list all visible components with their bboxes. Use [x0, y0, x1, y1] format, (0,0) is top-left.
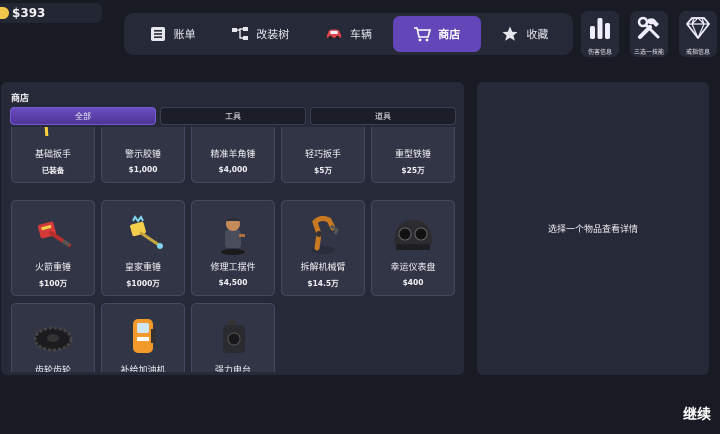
ring-info-button[interactable]: 戒指信息 — [679, 11, 717, 57]
shop-item[interactable]: 火箭重锤 $100万 — [11, 200, 95, 296]
item-price: $5万 — [314, 166, 332, 175]
nav-tab-ledger[interactable]: 账单 — [128, 16, 216, 52]
gauge-icon — [372, 211, 454, 257]
diamond-icon — [685, 15, 711, 41]
light-wrench-icon — [282, 127, 364, 144]
item-detail-panel: 选择一个物品查看详情 — [477, 82, 709, 375]
skill-choice-button[interactable]: 三选一技能 — [630, 11, 668, 57]
gear-icon — [12, 314, 94, 360]
item-name: 齿轮齿轮 — [34, 366, 71, 372]
item-price: $1000万 — [126, 279, 160, 288]
main-nav: 账单 改装树 车辆 商店 收藏 — [124, 13, 573, 55]
shop-title: 商店 — [11, 94, 30, 104]
nav-label: 账单 — [173, 28, 196, 41]
item-name: 修理工摆件 — [210, 263, 256, 273]
item-name: 拆解机械臂 — [300, 263, 346, 273]
damage-info-button[interactable]: 伤害信息 — [581, 11, 619, 57]
continue-button[interactable]: 继续 — [683, 404, 711, 424]
royal-hammer-icon — [102, 211, 184, 257]
item-name: 基础扳手 — [34, 150, 71, 160]
tools-icon — [636, 15, 662, 41]
bar-chart-icon — [587, 15, 613, 41]
item-name: 轻巧扳手 — [304, 150, 341, 160]
item-price: $400 — [402, 278, 424, 287]
shop-item[interactable]: 强力电台 — [191, 303, 275, 372]
nav-tab-vehicles[interactable]: 车辆 — [304, 16, 392, 52]
nav-label: 改装树 — [256, 28, 290, 41]
money-display: $393 — [0, 3, 102, 23]
cart-icon — [413, 25, 432, 43]
item-name: 火箭重锤 — [34, 263, 71, 273]
item-name: 重型铁锤 — [394, 150, 431, 160]
mechanic-figure-icon — [192, 211, 274, 257]
tab-tools[interactable]: 工具 — [160, 107, 306, 125]
shop-item[interactable]: 补给加油机 — [101, 303, 185, 372]
nav-label: 收藏 — [526, 28, 549, 41]
item-name: 精准羊角锤 — [210, 150, 256, 160]
robot-arm-icon — [282, 211, 364, 257]
tree-icon — [231, 25, 249, 43]
fuel-pump-icon — [102, 314, 184, 360]
shop-item[interactable]: 警示胶锤 $1,000 — [101, 127, 185, 183]
tab-props[interactable]: 道具 — [310, 107, 456, 125]
item-price: $1,000 — [128, 165, 158, 174]
shop-item[interactable]: 拆解机械臂 $14.5万 — [281, 200, 365, 296]
shop-item[interactable]: 精准羊角锤 $4,000 — [191, 127, 275, 183]
item-price: $100万 — [38, 279, 68, 288]
shop-item[interactable]: 皇家重锤 $1000万 — [101, 200, 185, 296]
item-price: $4,000 — [218, 165, 248, 174]
ledger-icon — [149, 25, 167, 43]
shop-item[interactable]: 重型铁锤 $25万 — [371, 127, 455, 183]
car-icon — [325, 25, 343, 43]
ring-info-label: 戒指信息 — [685, 49, 710, 56]
coin-icon — [0, 7, 9, 19]
heavy-hammer-icon — [372, 127, 454, 144]
nav-label: 商店 — [438, 28, 461, 41]
nav-tab-tree[interactable]: 改装树 — [216, 16, 304, 52]
nav-tab-collection[interactable]: 收藏 — [481, 16, 569, 52]
shop-item-grid: 基础扳手 已装备 警示胶锤 $1,000 精准羊角锤 $4,000 轻巧扳手 $… — [11, 127, 461, 372]
shop-item[interactable]: 轻巧扳手 $5万 — [281, 127, 365, 183]
nav-label: 车辆 — [350, 28, 372, 41]
item-name: 皇家重锤 — [124, 263, 161, 273]
shop-item[interactable]: 齿轮齿轮 — [11, 303, 95, 372]
item-name: 警示胶锤 — [124, 150, 161, 160]
damage-info-label: 伤害信息 — [587, 49, 612, 56]
item-price: $14.5万 — [307, 279, 339, 288]
detail-placeholder: 选择一个物品查看详情 — [547, 225, 638, 235]
radio-icon — [192, 314, 274, 360]
item-price: 已装备 — [41, 166, 65, 175]
shop-item[interactable]: 基础扳手 已装备 — [11, 127, 95, 183]
skill-choice-label: 三选一技能 — [633, 49, 664, 56]
wrench-icon — [12, 127, 94, 144]
money-value: $393 — [12, 6, 46, 20]
star-icon — [501, 25, 519, 43]
shop-item[interactable]: 幸运仪表盘 $400 — [371, 200, 455, 296]
item-price: $4,500 — [218, 278, 248, 287]
tab-all[interactable]: 全部 — [10, 107, 156, 125]
claw-hammer-icon — [192, 127, 274, 144]
item-name: 强力电台 — [214, 366, 251, 372]
item-name: 幸运仪表盘 — [390, 263, 436, 273]
rocket-hammer-icon — [12, 211, 94, 257]
shop-tabs: 全部 工具 道具 — [10, 107, 456, 125]
shop-item[interactable]: 修理工摆件 $4,500 — [191, 200, 275, 296]
mallet-icon — [102, 127, 184, 144]
item-price: $25万 — [401, 166, 425, 175]
shop-panel: 商店 全部 工具 道具 基础扳手 已装备 警示胶锤 $1,000 精准羊角锤 $… — [1, 82, 464, 375]
item-name: 补给加油机 — [120, 366, 166, 372]
nav-tab-shop[interactable]: 商店 — [392, 16, 481, 52]
